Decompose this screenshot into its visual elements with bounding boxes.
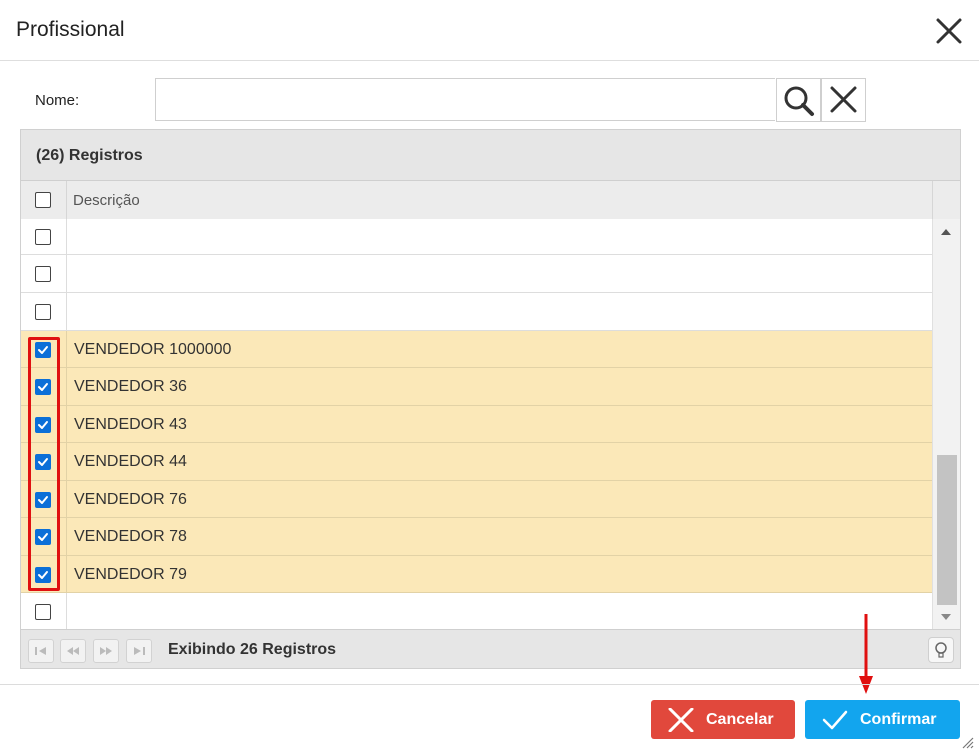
clear-icon xyxy=(822,86,865,125)
table-row[interactable]: VENDEDOR 78 xyxy=(21,518,933,556)
row-checkbox-cell xyxy=(21,219,67,254)
scrollbar-header-cell xyxy=(932,181,960,219)
footer-divider xyxy=(0,684,979,685)
next-page-icon xyxy=(100,647,112,655)
row-checkbox[interactable] xyxy=(35,454,51,470)
dialog-titlebar: Profissional xyxy=(0,0,979,61)
first-page-button[interactable] xyxy=(28,639,54,663)
row-checkbox[interactable] xyxy=(35,529,51,545)
row-description: VENDEDOR 76 xyxy=(74,491,187,508)
lightbulb-button[interactable] xyxy=(928,637,954,663)
scroll-up-icon[interactable] xyxy=(941,229,951,235)
confirm-button[interactable]: Confirmar xyxy=(805,700,960,739)
row-checkbox-cell xyxy=(21,481,67,517)
scrollbar-thumb[interactable] xyxy=(937,455,957,605)
name-search-input[interactable] xyxy=(155,78,775,121)
checkmark-icon xyxy=(822,710,848,730)
row-checkbox-cell xyxy=(21,368,67,405)
last-page-button[interactable] xyxy=(126,639,152,663)
cancel-x-icon xyxy=(668,708,694,732)
row-description: VENDEDOR 44 xyxy=(74,453,187,470)
table-row[interactable] xyxy=(21,293,933,331)
records-grid: (26) Registros Descrição VENDEDOR 100000… xyxy=(20,129,961,669)
checkmark-icon xyxy=(38,458,48,466)
table-row[interactable]: VENDEDOR 36 xyxy=(21,368,933,406)
row-checkbox[interactable] xyxy=(35,492,51,508)
confirm-button-label: Confirmar xyxy=(860,711,937,728)
row-checkbox-cell xyxy=(21,406,67,442)
search-icon xyxy=(777,86,820,125)
pager-info: Exibindo 26 Registros xyxy=(168,641,337,658)
checkmark-icon xyxy=(38,533,48,541)
table-row[interactable]: VENDEDOR 1000000 xyxy=(21,331,933,368)
grid-column-header: Descrição xyxy=(21,181,960,220)
first-page-icon xyxy=(35,647,46,655)
row-checkbox-cell xyxy=(21,443,67,480)
previous-page-button[interactable] xyxy=(60,639,86,663)
select-all-cell xyxy=(21,181,67,219)
row-checkbox-cell xyxy=(21,255,67,292)
table-row[interactable]: VENDEDOR 43 xyxy=(21,406,933,443)
row-checkbox[interactable] xyxy=(35,379,51,395)
search-button[interactable] xyxy=(776,78,821,122)
next-page-button[interactable] xyxy=(93,639,119,663)
table-row[interactable]: VENDEDOR 79 xyxy=(21,556,933,593)
checkmark-icon xyxy=(38,571,48,579)
row-description: VENDEDOR 79 xyxy=(74,566,187,583)
table-row[interactable]: VENDEDOR 76 xyxy=(21,481,933,518)
row-checkbox[interactable] xyxy=(35,304,51,320)
resize-handle-icon[interactable] xyxy=(958,733,974,749)
table-row[interactable]: VENDEDOR 44 xyxy=(21,443,933,481)
checkmark-icon xyxy=(38,346,48,354)
checkmark-icon xyxy=(38,383,48,391)
last-page-icon xyxy=(134,647,145,655)
row-description: VENDEDOR 36 xyxy=(74,378,187,395)
row-description: VENDEDOR 1000000 xyxy=(74,341,232,358)
row-checkbox[interactable] xyxy=(35,342,51,358)
row-checkbox-cell xyxy=(21,593,67,629)
cancel-button-label: Cancelar xyxy=(706,711,774,728)
table-row[interactable] xyxy=(21,593,933,629)
row-checkbox[interactable] xyxy=(35,567,51,583)
row-checkbox[interactable] xyxy=(35,604,51,620)
row-description: VENDEDOR 43 xyxy=(74,416,187,433)
grid-scrollbar[interactable] xyxy=(932,219,960,629)
checkmark-icon xyxy=(38,421,48,429)
grid-rows: VENDEDOR 1000000 VENDEDOR 36 VENDEDOR 43 VE… xyxy=(21,219,933,629)
select-all-checkbox[interactable] xyxy=(35,192,51,208)
row-checkbox-cell xyxy=(21,331,67,367)
checkmark-icon xyxy=(38,496,48,504)
dialog-title: Profissional xyxy=(16,18,125,41)
close-icon[interactable] xyxy=(934,16,964,46)
row-checkbox-cell xyxy=(21,518,67,555)
cancel-button[interactable]: Cancelar xyxy=(651,700,795,739)
name-label: Nome: xyxy=(35,92,80,109)
scroll-down-icon[interactable] xyxy=(941,614,951,620)
row-description: VENDEDOR 78 xyxy=(74,528,187,545)
column-header-descricao[interactable]: Descrição xyxy=(73,192,140,209)
grid-caption: (26) Registros xyxy=(21,130,960,181)
grid-pager: Exibindo 26 Registros xyxy=(21,629,960,668)
clear-filter-button[interactable] xyxy=(821,78,866,122)
records-count: (26) Registros xyxy=(36,147,143,164)
lightbulb-icon xyxy=(935,642,947,658)
row-checkbox[interactable] xyxy=(35,266,51,282)
table-row[interactable] xyxy=(21,255,933,293)
row-checkbox[interactable] xyxy=(35,229,51,245)
row-checkbox[interactable] xyxy=(35,417,51,433)
table-row[interactable] xyxy=(21,219,933,255)
row-checkbox-cell xyxy=(21,293,67,330)
previous-page-icon xyxy=(67,647,79,655)
row-checkbox-cell xyxy=(21,556,67,592)
